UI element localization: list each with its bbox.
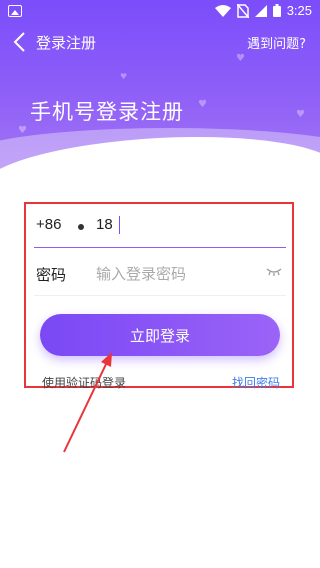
help-link[interactable]: 遇到问题? bbox=[247, 33, 306, 52]
password-label: 密码 bbox=[36, 266, 67, 284]
status-icons: 3:25 bbox=[214, 3, 312, 18]
login-form: +86 18 密码 立即登录 使用验证码登录 找回密码 bbox=[24, 202, 294, 391]
nav-bar: 登录注册 遇到问题? bbox=[0, 28, 320, 56]
password-input[interactable] bbox=[96, 263, 256, 285]
heart-decoration-icon: ♥ bbox=[120, 72, 128, 81]
signal-icon bbox=[254, 4, 267, 17]
dot-separator bbox=[78, 224, 84, 230]
page-title: 手机号登录注册 bbox=[30, 100, 184, 124]
heart-decoration-icon: ♥ bbox=[198, 99, 207, 110]
battery-icon bbox=[272, 4, 281, 17]
nav-title: 登录注册 bbox=[36, 34, 97, 52]
status-time: 3:25 bbox=[286, 3, 312, 18]
status-bar: 3:25 bbox=[0, 0, 320, 24]
phone-input[interactable]: 18 bbox=[96, 216, 196, 233]
chevron-left-icon[interactable] bbox=[10, 30, 30, 54]
sms-login-link[interactable]: 使用验证码登录 bbox=[42, 374, 126, 391]
heart-decoration-icon: ♥ bbox=[296, 109, 305, 120]
heart-decoration-icon: ♥ bbox=[18, 125, 27, 136]
login-screen: ♥ ♥ ♥ ♥ ♥ 3:25 登录注册 遇到问题? 手机号登录注册 +86 18… bbox=[0, 0, 320, 568]
no-sim-icon bbox=[236, 3, 249, 18]
forgot-password-link[interactable]: 找回密码 bbox=[232, 374, 280, 391]
wifi-icon bbox=[214, 4, 231, 17]
country-code[interactable]: +86 bbox=[36, 216, 61, 233]
header-banner: ♥ ♥ ♥ ♥ ♥ bbox=[0, 0, 320, 170]
gallery-icon bbox=[8, 5, 22, 17]
password-row: 密码 bbox=[34, 252, 286, 296]
phone-row: +86 18 bbox=[34, 204, 286, 248]
eye-closed-icon[interactable] bbox=[266, 266, 282, 278]
login-button[interactable]: 立即登录 bbox=[40, 314, 280, 356]
text-caret bbox=[119, 216, 120, 234]
